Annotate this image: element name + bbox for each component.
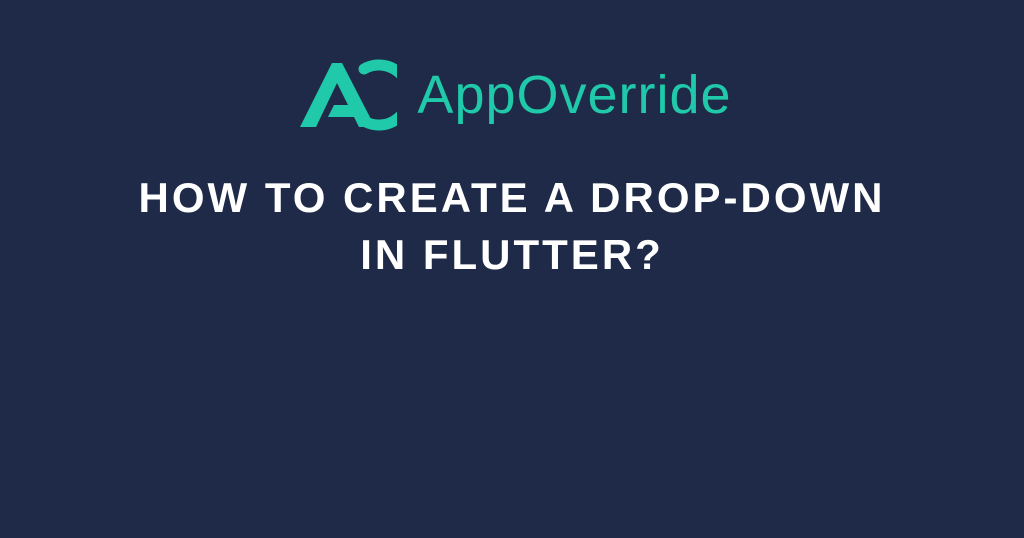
page-title: HOW TO CREATE A DROP-DOWN IN FLUTTER?	[122, 170, 902, 283]
logo-block: AppOverride	[292, 55, 731, 135]
logo-icon	[292, 55, 397, 135]
logo-text: AppOverride	[417, 64, 731, 126]
